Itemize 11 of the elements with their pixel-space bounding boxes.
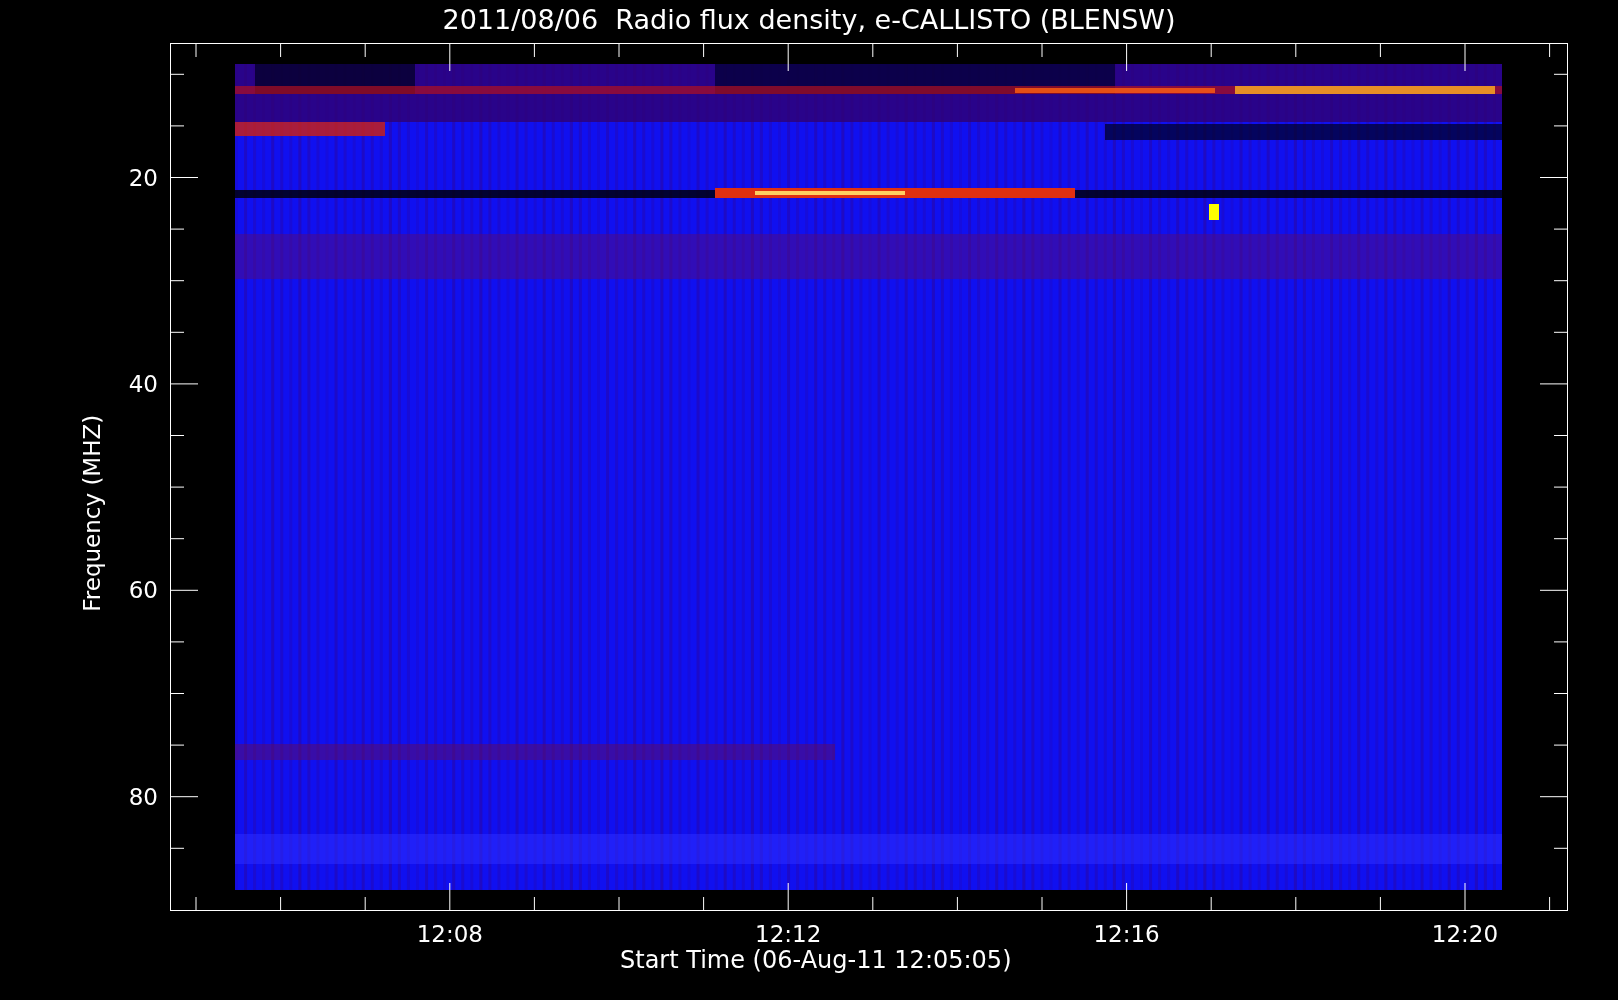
y-tick-label: 80 [127,783,158,810]
x-axis-label: Start Time (06-Aug-11 12:05:05) [620,946,1012,974]
x-tick-label: 12:16 [1092,921,1161,947]
y-tick-label: 60 [127,577,158,604]
plot-title: 2011/08/06 Radio flux density, e-CALLISTO (BLENSW) [442,3,1176,37]
y-tick-label: 40 [127,370,158,397]
y-axis-label: Frequency (MHZ) [77,414,106,612]
x-tick-label: 12:20 [1430,921,1500,947]
y-tick-label: 20 [127,164,158,191]
x-tick-label: 12:12 [754,921,823,947]
x-tick-label: 12:08 [415,921,484,947]
